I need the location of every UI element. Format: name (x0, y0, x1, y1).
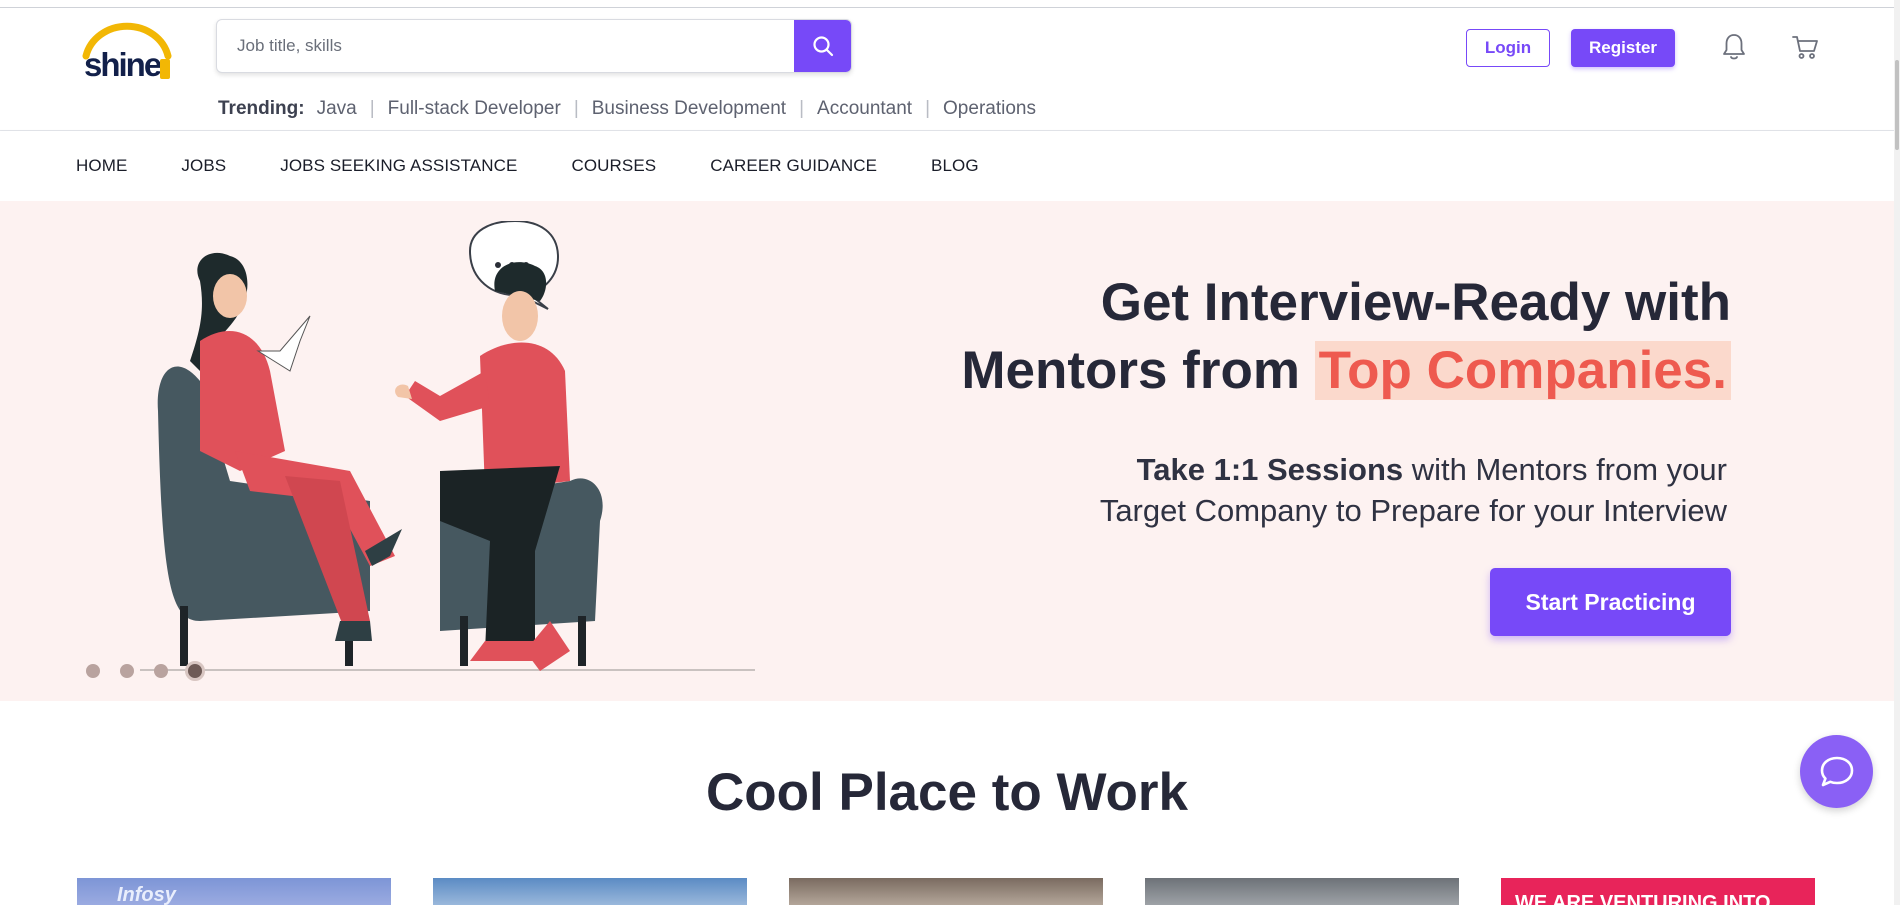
search-button[interactable] (794, 20, 851, 72)
start-practicing-button[interactable]: Start Practicing (1490, 568, 1731, 636)
nav-jobs[interactable]: JOBS (181, 156, 226, 176)
nav-jobs-seeking-assistance[interactable]: JOBS SEEKING ASSISTANCE (280, 156, 517, 176)
hero-subtitle: Take 1:1 Sessions with Mentors from your… (1100, 449, 1727, 531)
carousel-dot-4-active[interactable] (185, 661, 205, 681)
carousel-dot-2[interactable] (120, 664, 134, 678)
trending-separator: | (925, 98, 931, 119)
shine-logo[interactable]: shine (80, 16, 176, 86)
search-input[interactable] (217, 20, 795, 72)
bell-icon (1723, 34, 1745, 60)
trending-item-accountant[interactable]: Accountant (817, 98, 912, 120)
nav-blog[interactable]: BLOG (931, 156, 979, 176)
nav-home[interactable]: HOME (76, 156, 127, 176)
trending-item-full-stack-developer[interactable]: Full-stack Developer (388, 98, 561, 120)
search-box (216, 19, 852, 73)
company-card-text: WE ARE VENTURING INTO (1515, 892, 1771, 905)
trending-separator: | (369, 98, 375, 119)
chat-button[interactable] (1800, 735, 1873, 808)
trending-separator: | (799, 98, 805, 119)
logo-text: shine (84, 46, 162, 83)
interview-illustration (140, 221, 755, 671)
hero-subtitle-rest: with Mentors from your (1403, 452, 1727, 487)
register-button[interactable]: Register (1571, 29, 1675, 67)
hero-subtitle-line2: Target Company to Prepare for your Inter… (1099, 493, 1727, 528)
notifications-button[interactable] (1721, 32, 1747, 62)
trending-separator: | (573, 98, 579, 119)
hero-subtitle-bold: Take 1:1 Sessions (1136, 452, 1404, 487)
cart-icon (1792, 36, 1818, 59)
company-card[interactable]: Infosy (77, 878, 391, 905)
hero-title: Get Interview-Ready with Mentors from To… (961, 269, 1731, 405)
site-header: shine Trending: Java | Full-stack Develo… (0, 8, 1894, 131)
trending-item-operations[interactable]: Operations (943, 98, 1036, 120)
section-title-cool-place: Cool Place to Work (706, 763, 1188, 822)
company-cards: Infosy WE ARE VENTURING INTO (77, 878, 1857, 905)
main-nav: HOME JOBS JOBS SEEKING ASSISTANCE COURSE… (0, 131, 1894, 201)
company-card[interactable]: WE ARE VENTURING INTO (1501, 878, 1815, 905)
hero-title-line1: Get Interview-Ready with (1100, 273, 1731, 332)
trending-label: Trending: (218, 98, 305, 119)
login-button[interactable]: Login (1466, 29, 1550, 67)
search-icon (812, 36, 833, 57)
company-card-text: Infosy (117, 884, 176, 905)
trending-item-java[interactable]: Java (317, 98, 357, 120)
carousel-dots (86, 661, 225, 681)
nav-courses[interactable]: COURSES (571, 156, 656, 176)
carousel-dot-3[interactable] (154, 664, 168, 678)
cart-button[interactable] (1791, 32, 1819, 62)
hero-title-highlight: Top Companies. (1314, 341, 1731, 400)
company-card[interactable] (1145, 878, 1459, 905)
page-scrollbar-thumb[interactable] (1895, 60, 1899, 150)
company-card[interactable] (433, 878, 747, 905)
nav-career-guidance[interactable]: CAREER GUIDANCE (710, 156, 877, 176)
chat-icon (1820, 756, 1853, 786)
hero-banner: Get Interview-Ready with Mentors from To… (0, 201, 1894, 701)
carousel-dot-1[interactable] (86, 664, 100, 678)
company-card[interactable] (789, 878, 1103, 905)
hero-title-line2-prefix: Mentors from (961, 341, 1315, 400)
trending-item-business-development[interactable]: Business Development (592, 98, 786, 120)
trending-bar: Trending: Java | Full-stack Developer | … (218, 98, 1036, 120)
logo-badge (160, 59, 170, 79)
